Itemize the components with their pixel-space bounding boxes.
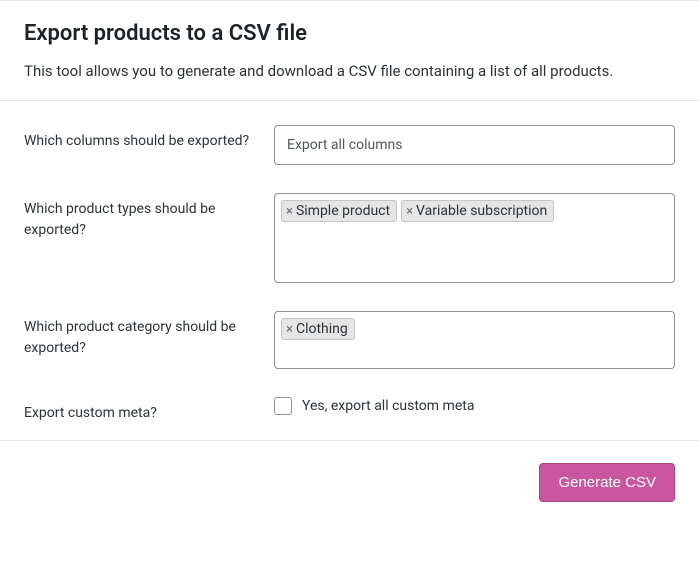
columns-select[interactable]: Export all columns [274, 125, 675, 165]
page-title: Export products to a CSV file [24, 21, 675, 46]
tag-clothing: × Clothing [281, 318, 355, 340]
close-icon[interactable]: × [286, 205, 293, 218]
tag-label: Simple product [296, 203, 390, 219]
tag-label: Clothing [296, 321, 348, 337]
export-panel: Export products to a CSV file This tool … [0, 0, 699, 524]
tag-label: Variable subscription [416, 203, 547, 219]
checkbox-row: Yes, export all custom meta [274, 397, 675, 415]
panel-header: Export products to a CSV file This tool … [0, 1, 699, 100]
row-columns: Which columns should be exported? Export… [24, 125, 675, 165]
row-custom-meta: Export custom meta? Yes, export all cust… [24, 397, 675, 424]
custom-meta-checkbox[interactable] [274, 397, 292, 415]
panel-footer: Generate CSV [0, 440, 699, 524]
label-custom-meta: Export custom meta? [24, 397, 274, 424]
row-product-category: Which product category should be exporte… [24, 311, 675, 369]
columns-select-value: Export all columns [287, 137, 402, 153]
page-description: This tool allows you to generate and dow… [24, 62, 675, 80]
close-icon[interactable]: × [406, 205, 413, 218]
row-product-types: Which product types should be exported? … [24, 193, 675, 283]
product-category-select[interactable]: × Clothing [274, 311, 675, 369]
custom-meta-checkbox-label[interactable]: Yes, export all custom meta [302, 398, 474, 414]
control-columns: Export all columns [274, 125, 675, 165]
form-section: Which columns should be exported? Export… [0, 100, 699, 440]
generate-csv-button[interactable]: Generate CSV [539, 463, 675, 502]
control-product-category: × Clothing [274, 311, 675, 369]
close-icon[interactable]: × [286, 323, 293, 336]
control-custom-meta: Yes, export all custom meta [274, 397, 675, 415]
label-product-types: Which product types should be exported? [24, 193, 274, 241]
product-types-select[interactable]: × Simple product × Variable subscription [274, 193, 675, 283]
label-product-category: Which product category should be exporte… [24, 311, 274, 359]
tag-simple-product: × Simple product [281, 200, 397, 222]
control-product-types: × Simple product × Variable subscription [274, 193, 675, 283]
tag-variable-subscription: × Variable subscription [401, 200, 554, 222]
label-columns: Which columns should be exported? [24, 125, 274, 152]
